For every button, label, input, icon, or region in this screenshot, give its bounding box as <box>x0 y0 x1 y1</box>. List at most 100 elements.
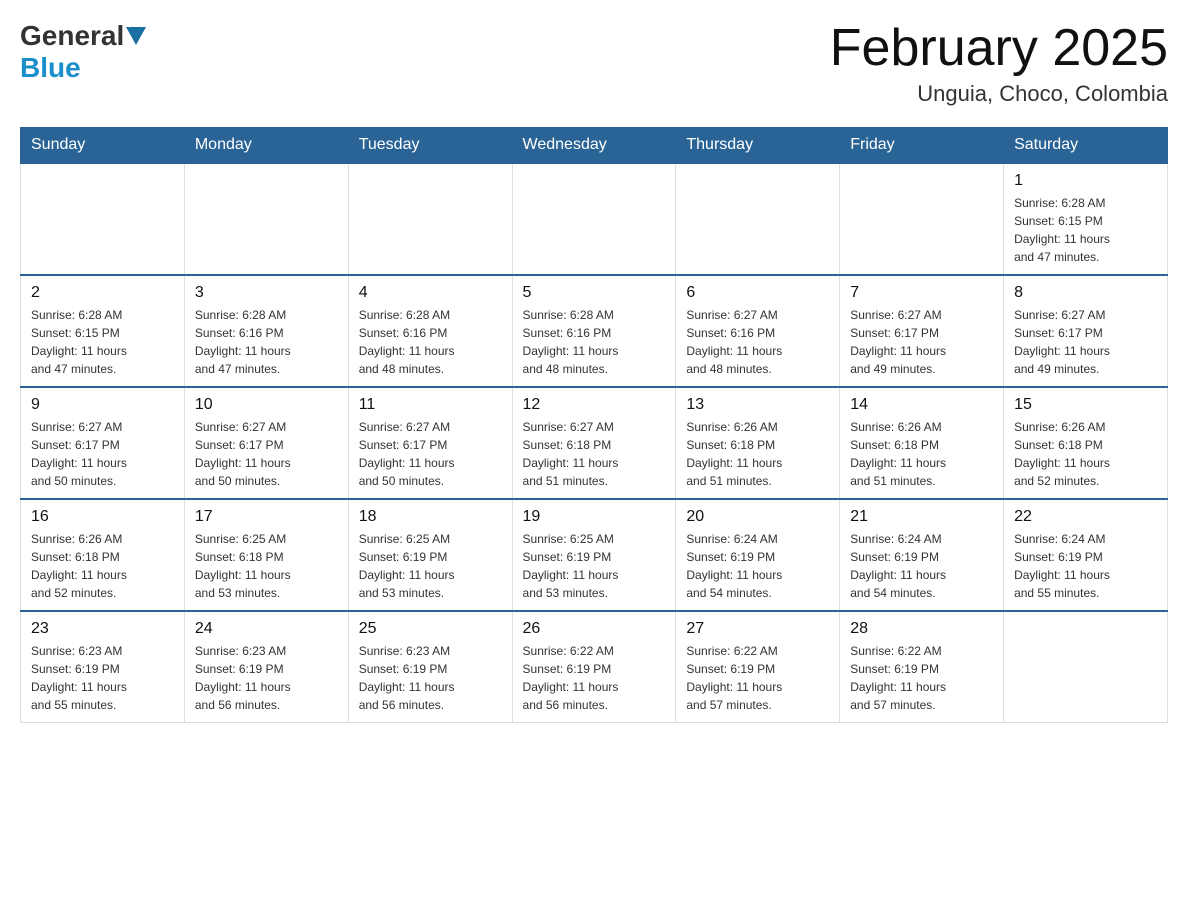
calendar-table: Sunday Monday Tuesday Wednesday Thursday… <box>20 127 1168 723</box>
day-info: Sunrise: 6:28 AMSunset: 6:15 PMDaylight:… <box>1014 194 1157 266</box>
table-row: 9 Sunrise: 6:27 AMSunset: 6:17 PMDaylight… <box>21 387 185 499</box>
day-info: Sunrise: 6:28 AMSunset: 6:16 PMDaylight:… <box>359 306 502 378</box>
month-title: February 2025 <box>830 20 1168 77</box>
day-number: 23 <box>31 620 174 638</box>
day-number: 14 <box>850 396 993 414</box>
day-info: Sunrise: 6:25 AMSunset: 6:18 PMDaylight:… <box>195 530 338 602</box>
table-row: 3 Sunrise: 6:28 AMSunset: 6:16 PMDaylight… <box>184 275 348 387</box>
day-info: Sunrise: 6:27 AMSunset: 6:17 PMDaylight:… <box>850 306 993 378</box>
calendar-week-4: 16Sunrise: 6:26 AMSunset: 6:18 PMDayligh… <box>21 499 1168 611</box>
table-row: 13 Sunrise: 6:26 AMSunset: 6:18 PMDayligh… <box>676 387 840 499</box>
day-info: Sunrise: 6:22 AMSunset: 6:19 PMDaylight:… <box>523 642 666 714</box>
table-row: 10 Sunrise: 6:27 AMSunset: 6:17 PMDayligh… <box>184 387 348 499</box>
day-number: 28 <box>850 620 993 638</box>
header-monday: Monday <box>184 128 348 164</box>
table-row: 20 Sunrise: 6:24 AMSunset: 6:19 PMDayligh… <box>676 499 840 611</box>
table-row <box>512 163 676 275</box>
day-info: Sunrise: 6:27 AMSunset: 6:17 PMDaylight:… <box>31 418 174 490</box>
day-number: 2 <box>31 284 174 302</box>
day-info: Sunrise: 6:26 AMSunset: 6:18 PMDaylight:… <box>1014 418 1157 490</box>
day-info: Sunrise: 6:22 AMSunset: 6:19 PMDaylight:… <box>850 642 993 714</box>
calendar-week-5: 23 Sunrise: 6:23 AMSunset: 6:19 PMDayligh… <box>21 611 1168 723</box>
day-info: Sunrise: 6:27 AMSunset: 6:17 PMDaylight:… <box>1014 306 1157 378</box>
day-info: Sunrise: 6:24 AMSunset: 6:19 PMDaylight:… <box>686 530 829 602</box>
table-row: 18 Sunrise: 6:25 AMSunset: 6:19 PMDayligh… <box>348 499 512 611</box>
calendar-week-2: 2 Sunrise: 6:28 AMSunset: 6:15 PMDaylight… <box>21 275 1168 387</box>
table-row <box>348 163 512 275</box>
table-row <box>676 163 840 275</box>
day-info: Sunrise: 6:24 AMSunset: 6:19 PMDaylight:… <box>850 530 993 602</box>
day-number: 18 <box>359 508 502 526</box>
day-info: Sunrise: 6:28 AMSunset: 6:16 PMDaylight:… <box>195 306 338 378</box>
table-row: 22Sunrise: 6:24 AMSunset: 6:19 PMDayligh… <box>1004 499 1168 611</box>
table-row: 26 Sunrise: 6:22 AMSunset: 6:19 PMDayligh… <box>512 611 676 723</box>
table-row: 15Sunrise: 6:26 AMSunset: 6:18 PMDayligh… <box>1004 387 1168 499</box>
day-info: Sunrise: 6:22 AMSunset: 6:19 PMDaylight:… <box>686 642 829 714</box>
table-row: 19 Sunrise: 6:25 AMSunset: 6:19 PMDayligh… <box>512 499 676 611</box>
day-info: Sunrise: 6:26 AMSunset: 6:18 PMDaylight:… <box>850 418 993 490</box>
day-number: 6 <box>686 284 829 302</box>
day-number: 22 <box>1014 508 1157 526</box>
day-info: Sunrise: 6:27 AMSunset: 6:17 PMDaylight:… <box>359 418 502 490</box>
title-block: February 2025 Unguia, Choco, Colombia <box>830 20 1168 107</box>
day-number: 5 <box>523 284 666 302</box>
location-text: Unguia, Choco, Colombia <box>830 81 1168 107</box>
day-info: Sunrise: 6:27 AMSunset: 6:18 PMDaylight:… <box>523 418 666 490</box>
day-number: 25 <box>359 620 502 638</box>
table-row: 16Sunrise: 6:26 AMSunset: 6:18 PMDayligh… <box>21 499 185 611</box>
table-row: 28 Sunrise: 6:22 AMSunset: 6:19 PMDayligh… <box>840 611 1004 723</box>
day-number: 19 <box>523 508 666 526</box>
table-row: 6 Sunrise: 6:27 AMSunset: 6:16 PMDaylight… <box>676 275 840 387</box>
table-row: 12Sunrise: 6:27 AMSunset: 6:18 PMDayligh… <box>512 387 676 499</box>
table-row <box>184 163 348 275</box>
table-row: 8 Sunrise: 6:27 AMSunset: 6:17 PMDaylight… <box>1004 275 1168 387</box>
calendar-week-3: 9 Sunrise: 6:27 AMSunset: 6:17 PMDaylight… <box>21 387 1168 499</box>
header-thursday: Thursday <box>676 128 840 164</box>
day-number: 24 <box>195 620 338 638</box>
logo-blue-text: Blue <box>20 52 81 83</box>
weekday-header-row: Sunday Monday Tuesday Wednesday Thursday… <box>21 128 1168 164</box>
day-number: 8 <box>1014 284 1157 302</box>
day-info: Sunrise: 6:23 AMSunset: 6:19 PMDaylight:… <box>31 642 174 714</box>
table-row: 17 Sunrise: 6:25 AMSunset: 6:18 PMDayligh… <box>184 499 348 611</box>
header-friday: Friday <box>840 128 1004 164</box>
table-row: 5Sunrise: 6:28 AMSunset: 6:16 PMDaylight… <box>512 275 676 387</box>
day-info: Sunrise: 6:23 AMSunset: 6:19 PMDaylight:… <box>359 642 502 714</box>
table-row: 1Sunrise: 6:28 AMSunset: 6:15 PMDaylight… <box>1004 163 1168 275</box>
day-info: Sunrise: 6:27 AMSunset: 6:17 PMDaylight:… <box>195 418 338 490</box>
day-info: Sunrise: 6:26 AMSunset: 6:18 PMDaylight:… <box>686 418 829 490</box>
table-row: 11 Sunrise: 6:27 AMSunset: 6:17 PMDayligh… <box>348 387 512 499</box>
header-wednesday: Wednesday <box>512 128 676 164</box>
day-number: 26 <box>523 620 666 638</box>
day-number: 4 <box>359 284 502 302</box>
page-header: General Blue February 2025 Unguia, Choco… <box>20 20 1168 107</box>
day-number: 17 <box>195 508 338 526</box>
day-number: 21 <box>850 508 993 526</box>
day-number: 10 <box>195 396 338 414</box>
header-saturday: Saturday <box>1004 128 1168 164</box>
table-row <box>840 163 1004 275</box>
day-number: 13 <box>686 396 829 414</box>
calendar-week-1: 1Sunrise: 6:28 AMSunset: 6:15 PMDaylight… <box>21 163 1168 275</box>
logo-triangle-icon <box>126 27 146 45</box>
table-row: 14 Sunrise: 6:26 AMSunset: 6:18 PMDayligh… <box>840 387 1004 499</box>
day-number: 11 <box>359 396 502 414</box>
day-info: Sunrise: 6:27 AMSunset: 6:16 PMDaylight:… <box>686 306 829 378</box>
day-number: 7 <box>850 284 993 302</box>
day-info: Sunrise: 6:28 AMSunset: 6:15 PMDaylight:… <box>31 306 174 378</box>
day-info: Sunrise: 6:25 AMSunset: 6:19 PMDaylight:… <box>523 530 666 602</box>
day-info: Sunrise: 6:25 AMSunset: 6:19 PMDaylight:… <box>359 530 502 602</box>
day-info: Sunrise: 6:23 AMSunset: 6:19 PMDaylight:… <box>195 642 338 714</box>
day-number: 16 <box>31 508 174 526</box>
day-number: 20 <box>686 508 829 526</box>
table-row: 4 Sunrise: 6:28 AMSunset: 6:16 PMDaylight… <box>348 275 512 387</box>
table-row: 25 Sunrise: 6:23 AMSunset: 6:19 PMDayligh… <box>348 611 512 723</box>
table-row: 7 Sunrise: 6:27 AMSunset: 6:17 PMDaylight… <box>840 275 1004 387</box>
logo: General Blue <box>20 20 148 84</box>
table-row: 23 Sunrise: 6:23 AMSunset: 6:19 PMDayligh… <box>21 611 185 723</box>
day-number: 3 <box>195 284 338 302</box>
table-row <box>1004 611 1168 723</box>
header-sunday: Sunday <box>21 128 185 164</box>
table-row: 27Sunrise: 6:22 AMSunset: 6:19 PMDayligh… <box>676 611 840 723</box>
day-number: 9 <box>31 396 174 414</box>
